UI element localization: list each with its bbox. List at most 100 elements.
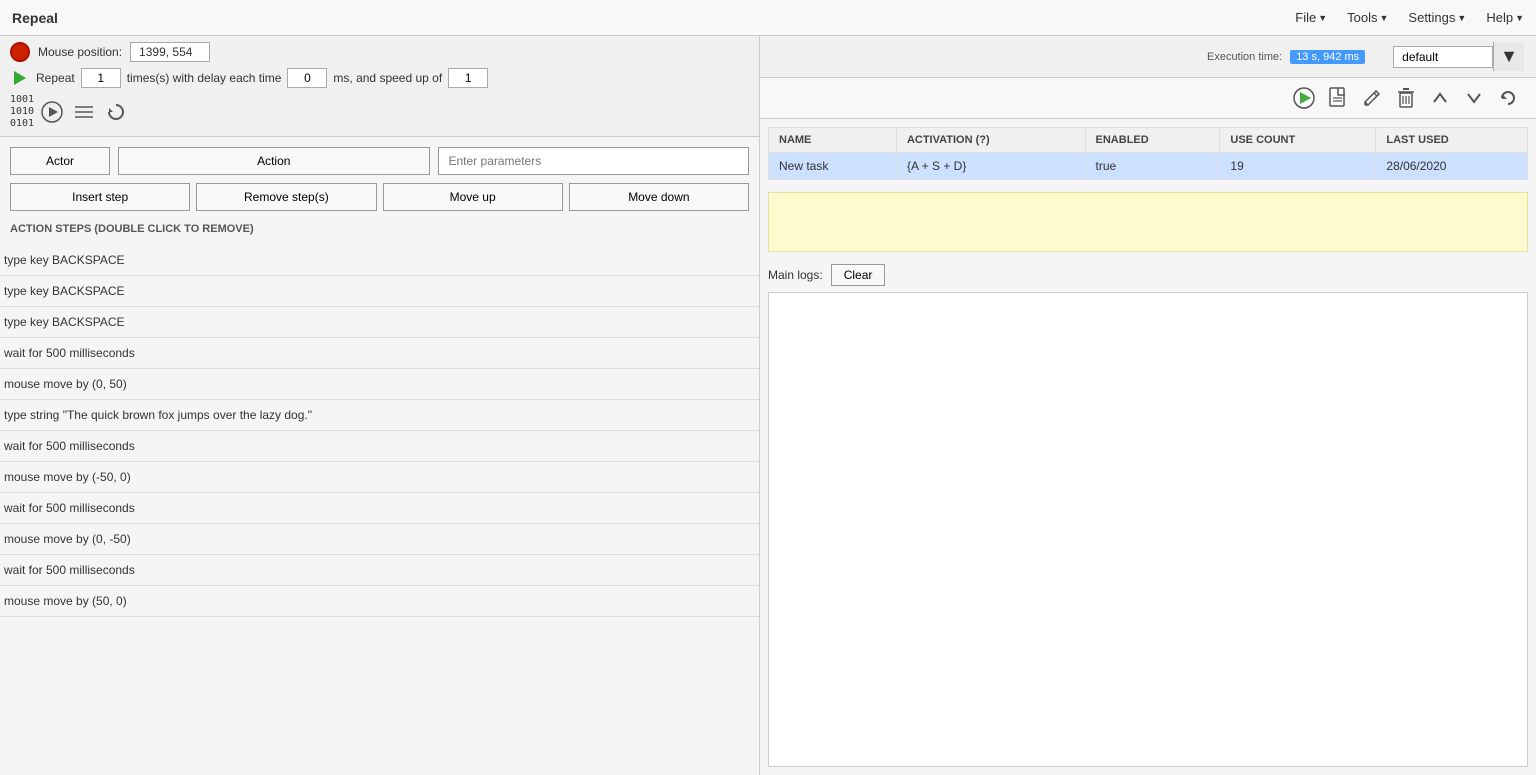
delay-input[interactable] xyxy=(287,68,327,88)
profile-selected-value: default xyxy=(1402,50,1438,64)
toolbar-up-icon xyxy=(1430,88,1450,108)
toolbar-refresh-icon xyxy=(1498,88,1518,108)
step-item[interactable]: type key BACKSPACE xyxy=(0,276,759,307)
params-input[interactable] xyxy=(438,147,750,175)
controls-row1: Mouse position: 1399, 554 xyxy=(10,42,749,62)
step-item[interactable]: mouse move by (0, -50) xyxy=(0,524,759,555)
menu-tools[interactable]: Tools ▼ xyxy=(1347,10,1388,25)
menubar-right: File ▼ Tools ▼ Settings ▼ Help ▼ xyxy=(1295,10,1524,25)
mouse-position-label: Mouse position: xyxy=(38,45,122,59)
steps-section-label: ACTION STEPS (DOUBLE CLICK TO REMOVE) xyxy=(10,223,749,235)
table-cell-3: 19 xyxy=(1220,153,1376,180)
col-last-used: LAST USED xyxy=(1376,128,1528,153)
toolbar-down-icon xyxy=(1464,88,1484,108)
steps-list: type key BACKSPACEtype key BACKSPACEtype… xyxy=(0,245,759,775)
col-enabled: ENABLED xyxy=(1085,128,1220,153)
table-cell-0: New task xyxy=(769,153,897,180)
move-down-button[interactable]: Move down xyxy=(569,183,749,211)
tasks-table: NAME ACTIVATION (?) ENABLED USE COUNT LA… xyxy=(768,127,1528,180)
toolbar-new-button[interactable] xyxy=(1322,82,1354,114)
insert-step-button[interactable]: Insert step xyxy=(10,183,190,211)
refresh-icon-button[interactable] xyxy=(102,98,130,126)
mouse-position-value: 1399, 554 xyxy=(130,42,210,62)
list-icon-button[interactable] xyxy=(70,98,98,126)
step-item[interactable]: type string "The quick brown fox jumps o… xyxy=(0,400,759,431)
step-item[interactable]: wait for 500 milliseconds xyxy=(0,338,759,369)
remove-steps-button[interactable]: Remove step(s) xyxy=(196,183,376,211)
help-arrow: ▼ xyxy=(1515,13,1524,23)
toolbar-refresh-button[interactable] xyxy=(1492,82,1524,114)
step-item[interactable]: wait for 500 milliseconds xyxy=(0,493,759,524)
step-buttons-row: Insert step Remove step(s) Move up Move … xyxy=(10,183,749,211)
toolbar-icons xyxy=(760,78,1536,119)
logs-area: Main logs: Clear xyxy=(760,256,1536,775)
controls-bar: Mouse position: 1399, 554 Repeat times(s… xyxy=(0,36,759,137)
table-cell-1: {A + S + D} xyxy=(896,153,1085,180)
right-topbar: Execution time: 13 s, 942 ms default ▼ xyxy=(760,36,1536,78)
toolbar-delete-icon xyxy=(1396,87,1416,109)
table-row[interactable]: New task{A + S + D}true1928/06/2020 xyxy=(769,153,1528,180)
execution-time-label: Execution time: xyxy=(1207,51,1282,63)
col-use-count: USE COUNT xyxy=(1220,128,1376,153)
speedup-input[interactable] xyxy=(448,68,488,88)
profile-select[interactable]: default xyxy=(1393,46,1493,68)
actor-action-row: Actor Action xyxy=(10,147,749,175)
action-button[interactable]: Action xyxy=(118,147,430,175)
tools-arrow: ▼ xyxy=(1380,13,1389,23)
app-title: Repeal xyxy=(12,10,58,26)
menubar: Repeal File ▼ Tools ▼ Settings ▼ Help ▼ xyxy=(0,0,1536,36)
menubar-left: Repeal xyxy=(12,10,58,26)
mouse-indicator xyxy=(10,42,30,62)
step-item[interactable]: mouse move by (0, 50) xyxy=(0,369,759,400)
toolbar-delete-button[interactable] xyxy=(1390,82,1422,114)
step-item[interactable]: type key BACKSPACE xyxy=(0,307,759,338)
table-cell-4: 28/06/2020 xyxy=(1376,153,1528,180)
refresh-icon xyxy=(106,102,126,122)
ms-label: ms, and speed up of xyxy=(333,71,442,85)
repeat-label: Repeat xyxy=(36,71,75,85)
menu-file[interactable]: File ▼ xyxy=(1295,10,1327,25)
step-item[interactable]: wait for 500 milliseconds xyxy=(0,431,759,462)
tasks-tbody: New task{A + S + D}true1928/06/2020 xyxy=(769,153,1528,180)
yellow-hint-area xyxy=(768,192,1528,252)
tasks-table-container: NAME ACTIVATION (?) ENABLED USE COUNT LA… xyxy=(760,119,1536,188)
toolbar-edit-button[interactable] xyxy=(1356,82,1388,114)
tasks-table-header: NAME ACTIVATION (?) ENABLED USE COUNT LA… xyxy=(769,128,1528,153)
clear-logs-button[interactable]: Clear xyxy=(831,264,886,286)
settings-arrow: ▼ xyxy=(1457,13,1466,23)
move-up-button[interactable]: Move up xyxy=(383,183,563,211)
play-icon-small xyxy=(14,71,26,85)
actor-button[interactable]: Actor xyxy=(10,147,110,175)
toolbar-edit-icon xyxy=(1362,88,1382,108)
times-label: times(s) with delay each time xyxy=(127,71,282,85)
logs-content xyxy=(768,292,1528,767)
main-container: Mouse position: 1399, 554 Repeat times(s… xyxy=(0,36,1536,775)
controls-row3: 100110100101 xyxy=(10,94,749,130)
step-item[interactable]: mouse move by (-50, 0) xyxy=(0,462,759,493)
toolbar-play-button[interactable] xyxy=(1288,82,1320,114)
play-button-small[interactable] xyxy=(10,68,30,88)
file-arrow: ▼ xyxy=(1318,13,1327,23)
left-panel: Mouse position: 1399, 554 Repeat times(s… xyxy=(0,36,760,775)
binary-icon: 100110100101 xyxy=(10,94,34,130)
step-item[interactable]: wait for 500 milliseconds xyxy=(0,555,759,586)
profile-selector-group: default ▼ xyxy=(1393,42,1524,71)
col-name: NAME xyxy=(769,128,897,153)
step-item[interactable]: type key BACKSPACE xyxy=(0,245,759,276)
menu-settings[interactable]: Settings ▼ xyxy=(1408,10,1466,25)
execution-time-value: 13 s, 942 ms xyxy=(1290,50,1365,64)
list-icon xyxy=(73,104,95,120)
repeat-count-input[interactable] xyxy=(81,68,121,88)
step-item[interactable]: mouse move by (50, 0) xyxy=(0,586,759,617)
run-icon xyxy=(41,101,63,123)
table-cell-2: true xyxy=(1085,153,1220,180)
profile-dropdown-arrow[interactable]: ▼ xyxy=(1493,42,1524,71)
toolbar-new-icon xyxy=(1328,87,1348,109)
toolbar-move-down-button[interactable] xyxy=(1458,82,1490,114)
run-icon-button[interactable] xyxy=(38,98,66,126)
toolbar-move-up-button[interactable] xyxy=(1424,82,1456,114)
toolbar-play-icon xyxy=(1293,87,1315,109)
tasks-table-header-row: NAME ACTIVATION (?) ENABLED USE COUNT LA… xyxy=(769,128,1528,153)
menu-help[interactable]: Help ▼ xyxy=(1486,10,1524,25)
right-panel: Execution time: 13 s, 942 ms default ▼ xyxy=(760,36,1536,775)
